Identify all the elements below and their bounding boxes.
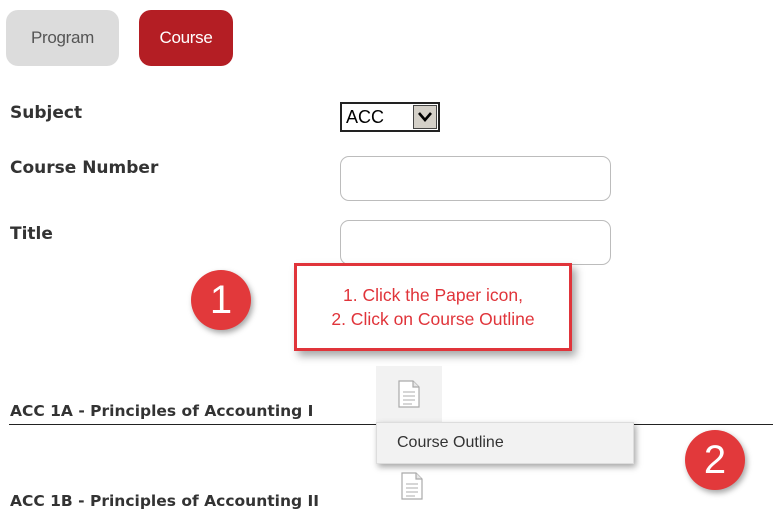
chevron-down-icon[interactable] — [413, 105, 437, 129]
step-badge-1: 1 — [191, 270, 251, 330]
callout-line-2: 2. Click on Course Outline — [331, 309, 535, 329]
title-label: Title — [10, 224, 53, 244]
course-title-acc-1b[interactable]: ACC 1B - Principles of Accounting II — [10, 492, 319, 510]
paper-icon — [398, 380, 420, 408]
paper-icon-button[interactable] — [376, 366, 442, 422]
course-outline-label: Course Outline — [397, 434, 504, 451]
subject-select-value: ACC — [346, 106, 385, 127]
tab-program[interactable]: Program — [6, 10, 119, 66]
step-badge-2: 2 — [685, 430, 745, 490]
tab-course[interactable]: Course — [139, 10, 233, 66]
subject-select[interactable]: ACC — [340, 102, 440, 132]
instruction-callout: 1. Click the Paper icon, 2. Click on Cou… — [294, 263, 572, 351]
paper-icon-button-2[interactable] — [400, 471, 424, 501]
title-input[interactable] — [340, 220, 611, 265]
course-title-acc-1a[interactable]: ACC 1A - Principles of Accounting I — [10, 402, 313, 420]
paper-icon — [401, 472, 423, 500]
course-number-input[interactable] — [340, 156, 611, 201]
callout-line-1: 1. Click the Paper icon, — [343, 285, 523, 305]
course-outline-menu-item[interactable]: Course Outline — [376, 422, 634, 464]
course-number-label: Course Number — [10, 158, 159, 178]
subject-label: Subject — [10, 103, 83, 123]
